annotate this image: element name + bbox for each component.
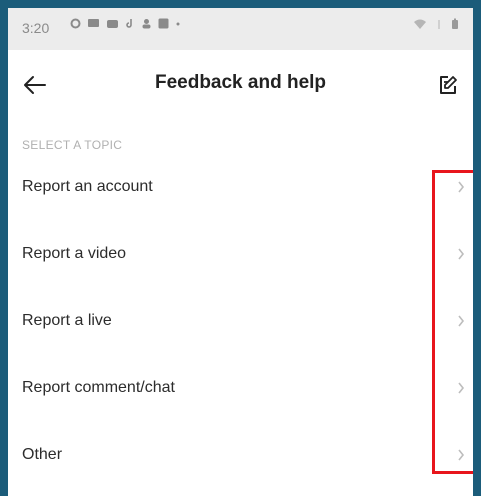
topic-row-report-live[interactable]: Report a live <box>8 287 473 354</box>
signal-icon <box>438 20 440 29</box>
edit-note-button[interactable] <box>431 68 465 102</box>
linkedin-icon <box>158 18 169 29</box>
settings-icon <box>70 18 81 29</box>
topic-label: Other <box>22 445 63 463</box>
page-title: Feedback and help <box>154 72 327 93</box>
topic-row-other[interactable]: Other <box>8 421 473 488</box>
highlight-box <box>432 170 473 474</box>
status-time: 3:20 <box>22 20 50 36</box>
message-icon <box>88 19 99 27</box>
wifi-icon <box>414 19 426 29</box>
topic-row-report-video[interactable]: Report a video <box>8 220 473 287</box>
phone-screen: 3:20 Feedback and help SELECT A TOPIC Re… <box>8 8 473 496</box>
status-bar: 3:20 <box>8 8 473 50</box>
video-icon <box>107 20 118 28</box>
topic-label: Report an account <box>22 177 153 195</box>
topic-label: Report a live <box>22 311 112 329</box>
topic-row-report-comment-chat[interactable]: Report comment/chat <box>8 354 473 421</box>
section-label: SELECT A TOPIC <box>22 138 123 152</box>
topic-row-report-account[interactable]: Report an account <box>8 153 473 220</box>
dot-icon <box>176 22 180 26</box>
battery-icon <box>452 18 458 29</box>
tiktok-icon <box>126 19 132 28</box>
status-system-icons <box>413 18 459 30</box>
topic-label: Report a video <box>22 244 127 262</box>
topic-list: Report an account Report a video Report … <box>8 153 473 488</box>
header-bar: Feedback and help <box>8 50 473 120</box>
topic-label: Report comment/chat <box>22 378 175 396</box>
edit-note-icon <box>440 76 457 94</box>
person-icon <box>142 19 151 29</box>
status-notification-icons <box>70 18 181 29</box>
